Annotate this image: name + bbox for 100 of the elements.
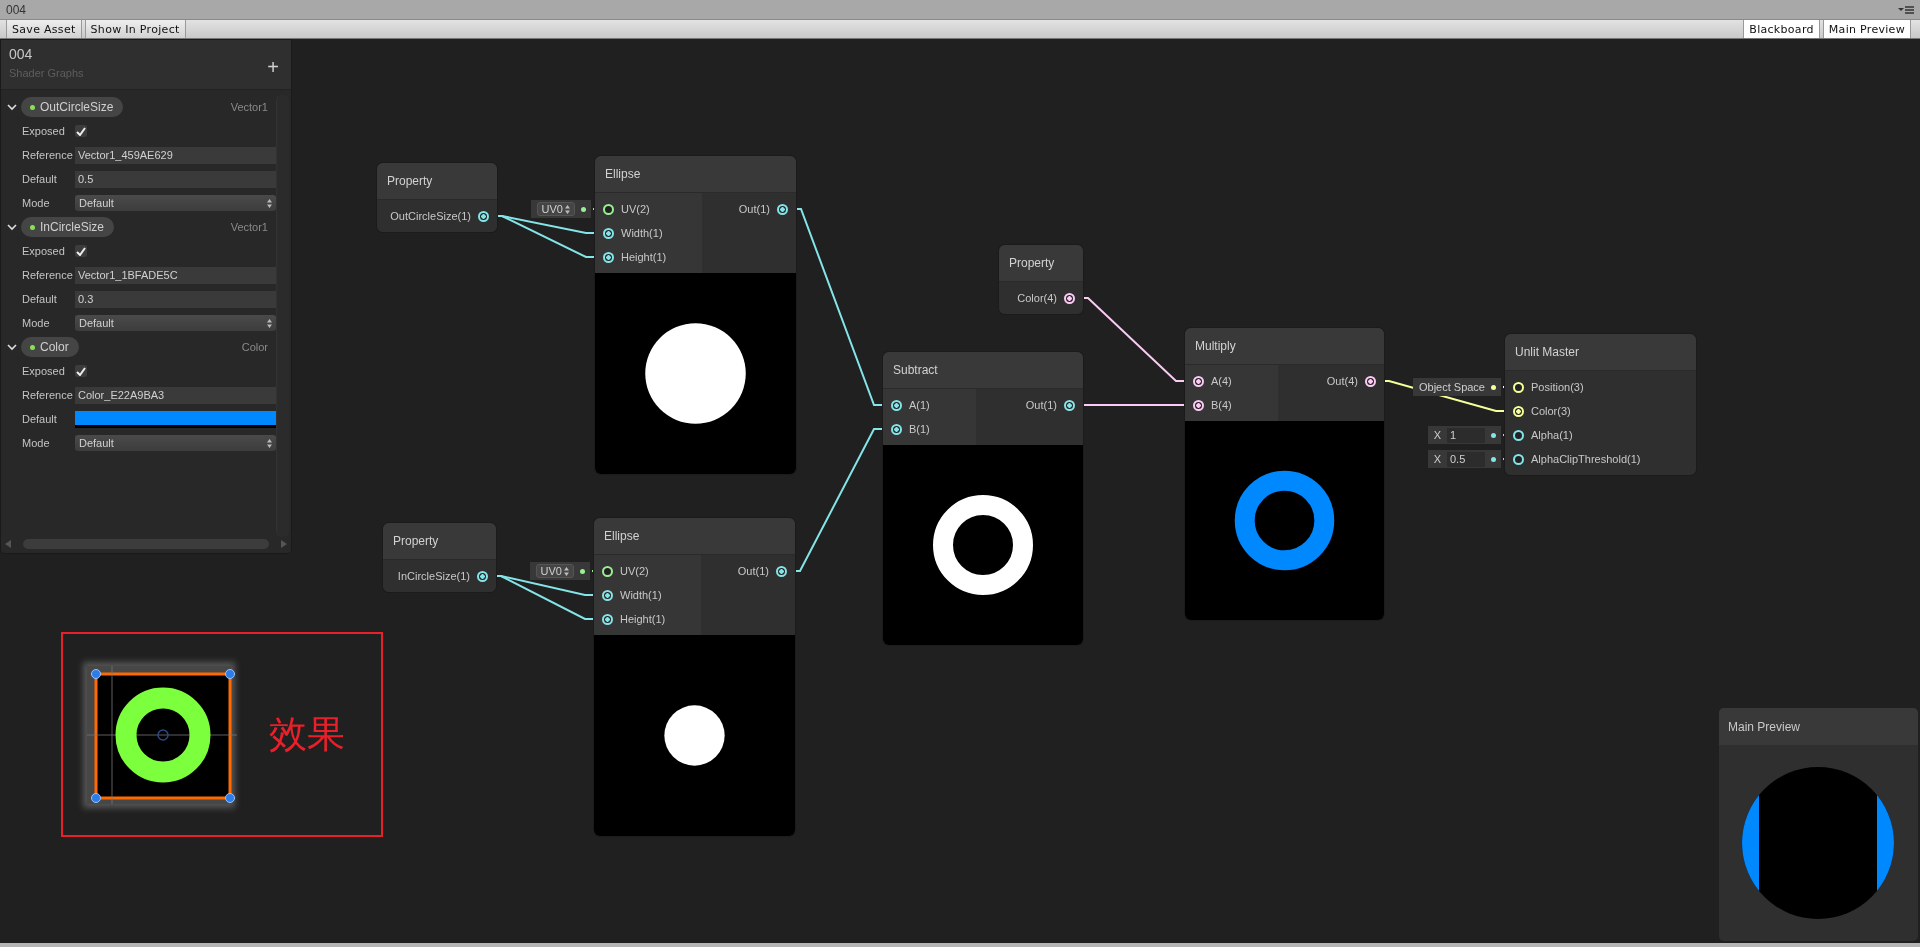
- menu-icon[interactable]: [1898, 5, 1914, 14]
- node-title: Property: [377, 163, 497, 200]
- chevron-icon[interactable]: [7, 342, 17, 352]
- port-icon[interactable]: [477, 570, 488, 582]
- number-field[interactable]: 0.5: [1447, 451, 1485, 467]
- port-label: Out(1): [1025, 399, 1057, 411]
- port-icon[interactable]: [1064, 292, 1075, 304]
- effect-caption: 效果: [269, 711, 345, 758]
- port-icon[interactable]: [1064, 399, 1075, 411]
- port-icon[interactable]: [891, 399, 902, 411]
- graph-node[interactable]: Subtract A(1) B(1) Out(1): [883, 352, 1083, 645]
- node-title: Ellipse: [595, 156, 796, 193]
- port-icon[interactable]: [602, 565, 613, 577]
- property-type: Vector1: [230, 101, 268, 113]
- port-icon[interactable]: [1365, 375, 1376, 387]
- port-icon[interactable]: [1193, 375, 1204, 387]
- chevron-icon[interactable]: [7, 222, 17, 232]
- check-icon: [76, 246, 86, 256]
- text-field[interactable]: Color_E22A9BA3: [75, 386, 276, 404]
- color-field[interactable]: [75, 410, 276, 428]
- add-button[interactable]: +: [263, 58, 283, 76]
- stepper-icon: [564, 566, 569, 576]
- property-type: Vector1: [230, 221, 268, 233]
- port-icon[interactable]: [602, 589, 613, 601]
- toolbar-toggle[interactable]: Blackboard: [1743, 20, 1820, 38]
- port-label: Out(1): [738, 203, 770, 215]
- port-label: A(4): [1211, 375, 1232, 387]
- check-icon: [76, 366, 86, 376]
- port-icon[interactable]: [602, 613, 613, 625]
- port-icon[interactable]: [478, 210, 489, 222]
- graph-node[interactable]: Property InCircleSize(1): [383, 523, 496, 592]
- graph-node[interactable]: Property OutCircleSize(1): [377, 163, 497, 232]
- axis-label: X: [1433, 429, 1441, 441]
- property-pill[interactable]: Color: [21, 337, 79, 357]
- number-field[interactable]: 1: [1447, 427, 1485, 443]
- property-pill[interactable]: OutCircleSize: [21, 97, 124, 117]
- panel-title: Main Preview: [1719, 708, 1918, 745]
- property-name: OutCircleSize: [40, 100, 114, 114]
- port-label: B(1): [909, 423, 930, 435]
- window-title: 004: [6, 2, 27, 17]
- stepper-icon: [267, 318, 272, 328]
- node-title: Property: [383, 523, 496, 560]
- mode-dropdown[interactable]: Default: [75, 195, 276, 211]
- slot-dot-icon: [1491, 456, 1496, 462]
- field-label: Reference: [22, 389, 74, 401]
- stepper-icon: [267, 198, 272, 208]
- port-icon[interactable]: [603, 203, 614, 215]
- port-icon[interactable]: [891, 423, 902, 435]
- port-icon[interactable]: [777, 203, 788, 215]
- port-icon[interactable]: [603, 227, 614, 239]
- space-label[interactable]: Object Space: [1418, 381, 1485, 393]
- node-title: Ellipse: [594, 518, 795, 555]
- property-pill[interactable]: InCircleSize: [21, 217, 115, 237]
- port-label: Position(3): [1531, 381, 1584, 393]
- toolbar-toggle[interactable]: Main Preview: [1822, 20, 1911, 38]
- property-type: Color: [241, 341, 268, 353]
- exposed-checkbox[interactable]: [75, 365, 87, 377]
- axis-label: X: [1433, 453, 1441, 465]
- field-label: Default: [22, 413, 58, 425]
- stepper-icon: [565, 204, 570, 214]
- port-label: InCircleSize(1): [397, 570, 470, 582]
- text-field[interactable]: Vector1_1BFADE5C: [75, 266, 276, 284]
- text-field[interactable]: Vector1_459AE629: [75, 146, 276, 164]
- field-label: Exposed: [22, 365, 66, 377]
- node-title: Subtract: [883, 352, 1083, 389]
- chevron-icon[interactable]: [7, 102, 17, 112]
- stepper-icon: [267, 438, 272, 448]
- mode-dropdown[interactable]: Default: [75, 315, 276, 331]
- port-icon[interactable]: [1513, 429, 1524, 441]
- field-label: Mode: [22, 197, 51, 209]
- slot-dot-icon: [581, 206, 586, 212]
- slot-dot-icon: [1491, 384, 1496, 390]
- uv-dropdown[interactable]: UV0: [536, 202, 575, 216]
- check-icon: [76, 126, 86, 136]
- field-label: Mode: [22, 437, 51, 449]
- field-label: Reference: [22, 269, 74, 281]
- field-label: Exposed: [22, 125, 66, 137]
- port-icon[interactable]: [1193, 399, 1204, 411]
- text-field[interactable]: 0.3: [75, 290, 276, 308]
- mode-dropdown[interactable]: Default: [75, 435, 276, 451]
- dropdown-value: Default: [79, 437, 114, 449]
- port-label: Color(4): [1017, 292, 1057, 304]
- node-title: Multiply: [1185, 328, 1384, 365]
- port-icon[interactable]: [1513, 453, 1524, 465]
- port-icon[interactable]: [776, 565, 787, 577]
- port-icon[interactable]: [603, 251, 614, 263]
- field-label: Default: [22, 173, 58, 185]
- port-label: Height(1): [620, 613, 666, 625]
- port-label: Out(4): [1326, 375, 1358, 387]
- exposed-checkbox[interactable]: [75, 125, 87, 137]
- toolbar-button[interactable]: Save Asset: [6, 20, 82, 38]
- text-field[interactable]: 0.5: [75, 170, 276, 188]
- graph-node[interactable]: Property Color(4): [999, 245, 1083, 314]
- exposed-checkbox[interactable]: [75, 245, 87, 257]
- uv-dropdown[interactable]: UV0: [535, 564, 574, 578]
- property-name: Color: [40, 340, 69, 354]
- toolbar-button[interactable]: Show In Project: [84, 20, 186, 38]
- graph-node[interactable]: Multiply A(4) B(4) Out(4): [1185, 328, 1384, 620]
- port-label: A(1): [909, 399, 930, 411]
- node-title: Property: [999, 245, 1083, 282]
